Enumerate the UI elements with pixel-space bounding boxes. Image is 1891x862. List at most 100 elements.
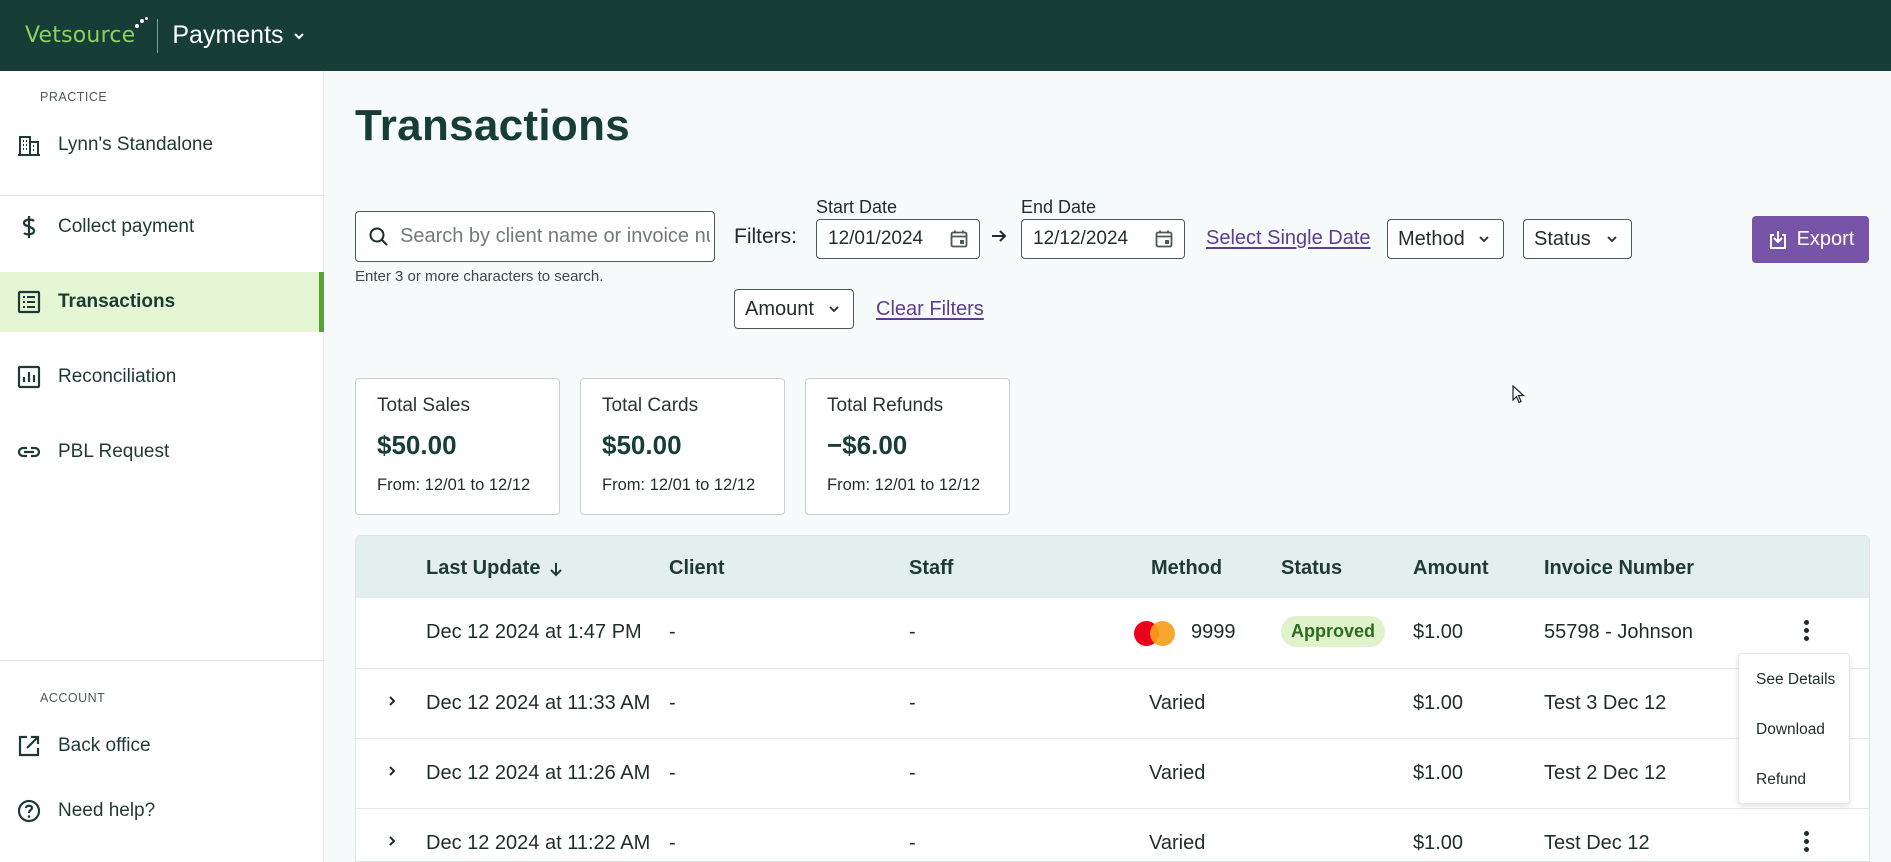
sidebar-item-label: Back office	[58, 735, 151, 756]
sidebar-divider	[0, 195, 323, 196]
column-header-method: Method	[1151, 557, 1223, 579]
column-header-client: Client	[669, 557, 725, 579]
calendar-icon[interactable]	[949, 229, 969, 249]
cell-invoice: Test Dec 12	[1544, 832, 1650, 854]
table-row[interactable]: Dec 12 2024 at 11:22 AM - - Varied $1.00…	[356, 808, 1869, 861]
more-options-icon[interactable]	[1804, 831, 1810, 853]
end-date-value: 12/12/2024	[1033, 228, 1129, 249]
export-label: Export	[1796, 228, 1855, 250]
start-date-value: 12/01/2024	[828, 228, 924, 249]
chevron-right-icon[interactable]	[385, 834, 399, 848]
search-help-text: Enter 3 or more characters to search.	[355, 268, 604, 285]
cell-invoice: 55798 - Johnson	[1544, 621, 1694, 643]
summary-card-total-refunds: Total Refunds −$6.00 From: 12/01 to 12/1…	[805, 378, 1010, 515]
sidebar-divider	[0, 660, 323, 661]
cell-amount: $1.00	[1413, 762, 1464, 784]
sidebar-item-label: Collect payment	[58, 216, 195, 237]
status-filter-label: Status	[1534, 227, 1591, 250]
practice-name: Lynn's Standalone	[58, 134, 214, 155]
table-row[interactable]: Dec 12 2024 at 11:26 AM - - Varied $1.00…	[356, 738, 1869, 808]
topbar-divider	[157, 18, 159, 53]
column-header-label: Last Update	[426, 557, 541, 579]
building-icon	[18, 136, 40, 156]
cell-amount: $1.00	[1413, 621, 1464, 643]
card-value: −$6.00	[827, 430, 908, 460]
cell-client: -	[669, 621, 676, 643]
amount-filter-dropdown[interactable]: Amount	[734, 289, 854, 329]
cell-staff: -	[909, 762, 916, 784]
filters-label: Filters:	[734, 225, 797, 248]
card-value: $50.00	[602, 430, 682, 460]
cell-invoice: Test 3 Dec 12	[1544, 692, 1667, 714]
sidebar-item-pbl-request[interactable]: PBL Request	[0, 422, 323, 482]
cell-card-last4: 9999	[1191, 621, 1236, 643]
sidebar-item-reconciliation[interactable]: Reconciliation	[0, 347, 323, 407]
card-title: Total Cards	[602, 395, 699, 416]
cell-last-update: Dec 12 2024 at 11:33 AM	[426, 692, 651, 714]
menu-item-see-details[interactable]: See Details	[1756, 671, 1835, 689]
card-range: From: 12/01 to 12/12	[602, 476, 756, 494]
cell-last-update: Dec 12 2024 at 1:47 PM	[426, 621, 642, 643]
summary-card-total-cards: Total Cards $50.00 From: 12/01 to 12/12	[580, 378, 785, 515]
sidebar-item-label: PBL Request	[58, 441, 170, 462]
table-row[interactable]: Dec 12 2024 at 11:33 AM - - Varied $1.00…	[356, 668, 1869, 738]
column-header-amount: Amount	[1413, 557, 1489, 579]
mastercard-icon	[1134, 619, 1177, 647]
main-content: Transactions Enter 3 or more characters …	[325, 71, 1891, 862]
calendar-icon[interactable]	[1154, 229, 1174, 249]
cell-method: Varied	[1149, 832, 1206, 854]
app-switcher[interactable]: Payments	[172, 21, 305, 50]
cell-amount: $1.00	[1413, 692, 1464, 714]
cell-staff: -	[909, 621, 916, 643]
table-row[interactable]: Dec 12 2024 at 1:47 PM - - 9999 Approved…	[356, 598, 1869, 668]
app-title: Payments	[172, 21, 284, 49]
cell-method: Varied	[1149, 692, 1206, 714]
summary-card-total-sales: Total Sales $50.00 From: 12/01 to 12/12	[355, 378, 560, 515]
column-header-invoice-number: Invoice Number	[1544, 557, 1695, 579]
sidebar-item-need-help[interactable]: Need help?	[0, 781, 323, 841]
card-title: Total Refunds	[827, 395, 944, 416]
page-title: Transactions	[355, 101, 631, 150]
cell-staff: -	[909, 832, 916, 854]
cell-staff: -	[909, 692, 916, 714]
column-header-staff: Staff	[909, 557, 954, 579]
end-date-label: End Date	[1021, 197, 1097, 217]
search-box[interactable]	[355, 211, 715, 262]
bar-chart-icon	[17, 365, 41, 389]
row-actions-menu: See Details Download Refund	[1738, 653, 1850, 804]
receipt-icon	[17, 290, 41, 314]
sidebar-item-transactions[interactable]: Transactions	[0, 272, 324, 332]
sidebar-item-collect-payment[interactable]: Collect payment	[0, 197, 323, 257]
select-single-date-link[interactable]: Select Single Date	[1206, 227, 1371, 250]
end-date-field[interactable]: 12/12/2024	[1021, 219, 1185, 259]
cell-method: Varied	[1149, 762, 1206, 784]
sidebar-item-back-office[interactable]: Back office	[0, 716, 323, 776]
menu-item-download[interactable]: Download	[1756, 721, 1825, 739]
card-title: Total Sales	[377, 395, 470, 416]
brand-logo[interactable]: Vetsource	[25, 17, 149, 48]
dollar-icon	[22, 216, 36, 238]
export-button[interactable]: Export	[1752, 216, 1869, 263]
transactions-table: Last Update Client Staff Method Status A…	[355, 535, 1870, 862]
cell-last-update: Dec 12 2024 at 11:26 AM	[426, 762, 651, 784]
top-bar: Vetsource Payments	[0, 0, 1891, 71]
sidebar-item-practice[interactable]: Lynn's Standalone	[0, 115, 323, 175]
more-options-icon[interactable]	[1804, 620, 1810, 642]
column-header-last-update[interactable]: Last Update	[426, 557, 564, 580]
brand-name: Vetsource	[25, 23, 136, 48]
chevron-right-icon[interactable]	[385, 764, 399, 778]
sidebar-item-label: Transactions	[58, 291, 176, 312]
chevron-down-icon	[293, 32, 304, 39]
start-date-field[interactable]: 12/01/2024	[816, 219, 980, 259]
chevron-right-icon[interactable]	[385, 694, 399, 708]
download-icon	[1769, 230, 1786, 249]
method-filter-dropdown[interactable]: Method	[1387, 219, 1504, 259]
search-input[interactable]	[400, 225, 710, 248]
search-icon	[369, 227, 388, 246]
clear-filters-link[interactable]: Clear Filters	[876, 298, 984, 321]
mouse-cursor-icon	[1512, 385, 1526, 404]
sidebar-item-label: Reconciliation	[58, 366, 177, 387]
status-filter-dropdown[interactable]: Status	[1523, 219, 1632, 259]
cell-invoice: Test 2 Dec 12	[1544, 762, 1667, 784]
menu-item-refund[interactable]: Refund	[1756, 771, 1806, 789]
